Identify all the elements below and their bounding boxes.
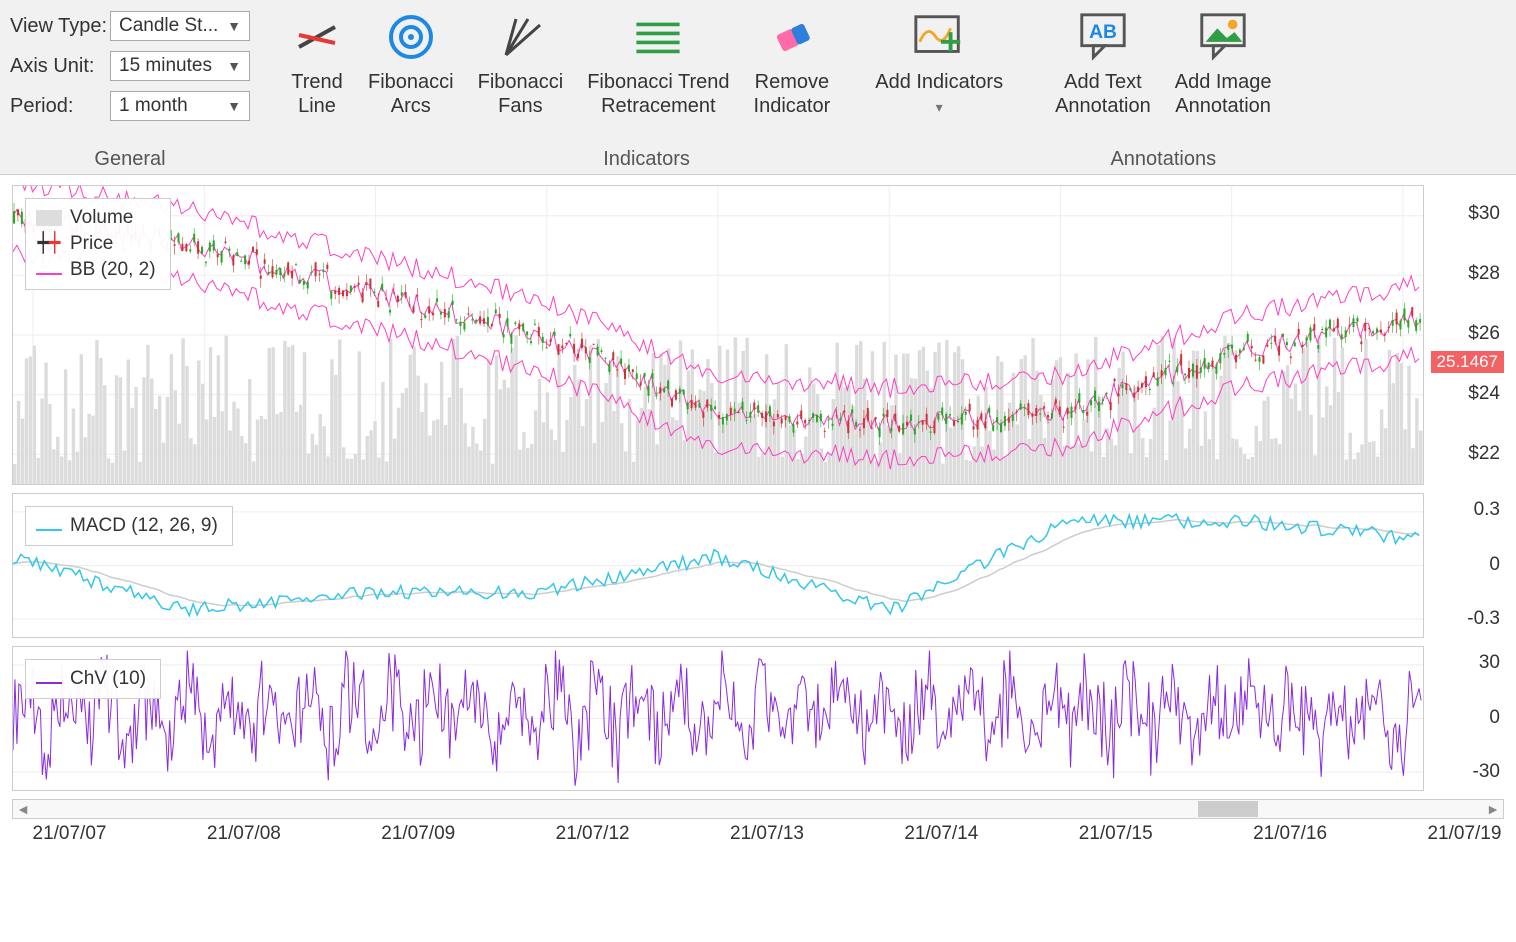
- add-indicators-button[interactable]: Add Indicators▾: [863, 6, 1015, 123]
- x-tick-label: 21/07/09: [381, 823, 455, 845]
- fib-arcs-button[interactable]: Fibonacci Arcs: [356, 6, 466, 122]
- y-tick-label: $28: [1468, 263, 1500, 285]
- fib-arcs-label: Fibonacci Arcs: [368, 70, 454, 118]
- group-title-annotations: Annotations: [1033, 144, 1293, 174]
- macd-pane[interactable]: MACD (12, 26, 9) 0.3 0 -0.3: [12, 493, 1504, 638]
- y-tick-label: $30: [1468, 203, 1500, 225]
- fib-fans-icon: [493, 10, 547, 64]
- y-tick-label: $26: [1468, 323, 1500, 345]
- remove-indicator-button[interactable]: Remove Indicator: [742, 6, 843, 122]
- period-combo[interactable]: 1 month ▼: [110, 91, 250, 121]
- group-annotations: AB Add Text Annotation Add Image Annotat…: [1033, 0, 1293, 174]
- legend-volume: Volume: [70, 205, 133, 231]
- view-type-combo[interactable]: Candle St... ▼: [110, 11, 250, 41]
- macd-legend: MACD (12, 26, 9): [25, 506, 233, 546]
- chart-horizontal-scrollbar[interactable]: ◄ ►: [12, 799, 1504, 819]
- fib-fans-button[interactable]: Fibonacci Fans: [466, 6, 576, 122]
- group-indicators: Trend Line Fibonacci Arcs: [268, 0, 1025, 174]
- trend-line-icon: [290, 10, 344, 64]
- trend-line-label: Trend Line: [291, 70, 343, 118]
- view-type-label: View Type:: [10, 15, 110, 38]
- price-pane[interactable]: Volume ┿┿ Price BB (20, 2) 25.1467 $30 $28…: [12, 185, 1504, 485]
- macd-y-axis: 0.3 0 -0.3: [1429, 493, 1504, 638]
- x-tick-label: 21/07/14: [904, 823, 978, 845]
- x-tick-label: 21/07/16: [1253, 823, 1327, 845]
- y-tick-label: 0.3: [1474, 499, 1500, 521]
- bb-line-icon: [36, 273, 62, 275]
- axis-unit-label: Axis Unit:: [10, 55, 110, 78]
- add-text-annotation-label: Add Text Annotation: [1055, 70, 1151, 118]
- scroll-right-button[interactable]: ►: [1483, 800, 1503, 818]
- chv-legend: ChV (10): [25, 659, 161, 699]
- price-legend: Volume ┿┿ Price BB (20, 2): [25, 198, 171, 290]
- scroll-thumb[interactable]: [1198, 801, 1258, 817]
- fib-retracement-icon: [631, 10, 685, 64]
- text-annotation-icon: AB: [1076, 10, 1130, 64]
- y-tick-label: $24: [1468, 383, 1500, 405]
- y-tick-label: 30: [1479, 652, 1500, 674]
- axis-unit-combo[interactable]: 15 minutes ▼: [110, 51, 250, 81]
- add-indicators-label: Add Indicators▾: [875, 70, 1003, 119]
- x-tick-label: 21/07/08: [207, 823, 281, 845]
- chevron-down-icon: ▼: [227, 58, 241, 74]
- last-price-tag: 25.1467: [1431, 351, 1504, 373]
- price-plot[interactable]: Volume ┿┿ Price BB (20, 2): [12, 185, 1424, 485]
- trend-line-button[interactable]: Trend Line: [278, 6, 356, 122]
- period-value: 1 month: [119, 95, 188, 117]
- image-annotation-icon: [1196, 10, 1250, 64]
- fib-fans-label: Fibonacci Fans: [478, 70, 564, 118]
- x-tick-label: 21/07/13: [730, 823, 804, 845]
- chv-plot[interactable]: ChV (10): [12, 646, 1424, 791]
- scroll-left-button[interactable]: ◄: [13, 800, 33, 818]
- view-type-value: Candle St...: [119, 15, 218, 37]
- chart-area: Volume ┿┿ Price BB (20, 2) 25.1467 $30 $28…: [0, 175, 1516, 942]
- axis-unit-value: 15 minutes: [119, 55, 212, 77]
- group-title-general: General: [0, 144, 260, 174]
- x-tick-label: 21/07/15: [1079, 823, 1153, 845]
- period-label: Period:: [10, 95, 110, 118]
- candlestick-icon: ┿┿: [36, 231, 62, 257]
- fib-retracement-label: Fibonacci Trend Retracement: [587, 70, 729, 118]
- add-indicators-icon: [912, 10, 966, 64]
- chevron-down-icon: ▼: [227, 98, 241, 114]
- chevron-down-icon: ▼: [227, 18, 241, 34]
- y-tick-label: -0.3: [1467, 608, 1500, 630]
- row-axis-unit: Axis Unit: 15 minutes ▼: [10, 48, 250, 84]
- x-tick-label: 21/07/07: [33, 823, 107, 845]
- group-title-indicators: Indicators: [268, 144, 1025, 174]
- add-image-annotation-label: Add Image Annotation: [1175, 70, 1272, 118]
- legend-bb: BB (20, 2): [70, 257, 156, 283]
- fib-retracement-button[interactable]: Fibonacci Trend Retracement: [575, 6, 741, 122]
- price-y-axis: 25.1467 $30 $28 $26 $24 $22: [1429, 185, 1504, 485]
- eraser-icon: [765, 10, 819, 64]
- y-tick-label: -30: [1473, 761, 1500, 783]
- y-tick-label: 0: [1489, 554, 1500, 576]
- x-tick-label: 21/07/12: [556, 823, 630, 845]
- macd-line-icon: [36, 529, 62, 531]
- svg-text:AB: AB: [1089, 22, 1117, 43]
- row-view-type: View Type: Candle St... ▼: [10, 8, 250, 44]
- ribbon: View Type: Candle St... ▼ Axis Unit: 15 …: [0, 0, 1516, 175]
- add-text-annotation-button[interactable]: AB Add Text Annotation: [1043, 6, 1163, 122]
- remove-indicator-label: Remove Indicator: [754, 70, 831, 118]
- chv-pane[interactable]: ChV (10) 30 0 -30: [12, 646, 1504, 791]
- volume-swatch-icon: [36, 210, 62, 226]
- chv-line-icon: [36, 682, 62, 684]
- y-tick-label: $22: [1468, 443, 1500, 465]
- legend-chv: ChV (10): [70, 666, 146, 692]
- fib-arcs-icon: [384, 10, 438, 64]
- group-general: View Type: Candle St... ▼ Axis Unit: 15 …: [0, 0, 260, 174]
- chv-y-axis: 30 0 -30: [1429, 646, 1504, 791]
- macd-plot[interactable]: MACD (12, 26, 9): [12, 493, 1424, 638]
- time-x-axis: 21/07/07 21/07/08 21/07/09 21/07/12 21/07/13…: [12, 819, 1504, 857]
- legend-macd: MACD (12, 26, 9): [70, 513, 218, 539]
- add-image-annotation-button[interactable]: Add Image Annotation: [1163, 6, 1284, 122]
- x-tick-label: 21/07/19: [1427, 823, 1501, 845]
- legend-price: Price: [70, 231, 113, 257]
- row-period: Period: 1 month ▼: [10, 88, 250, 124]
- y-tick-label: 0: [1489, 707, 1500, 729]
